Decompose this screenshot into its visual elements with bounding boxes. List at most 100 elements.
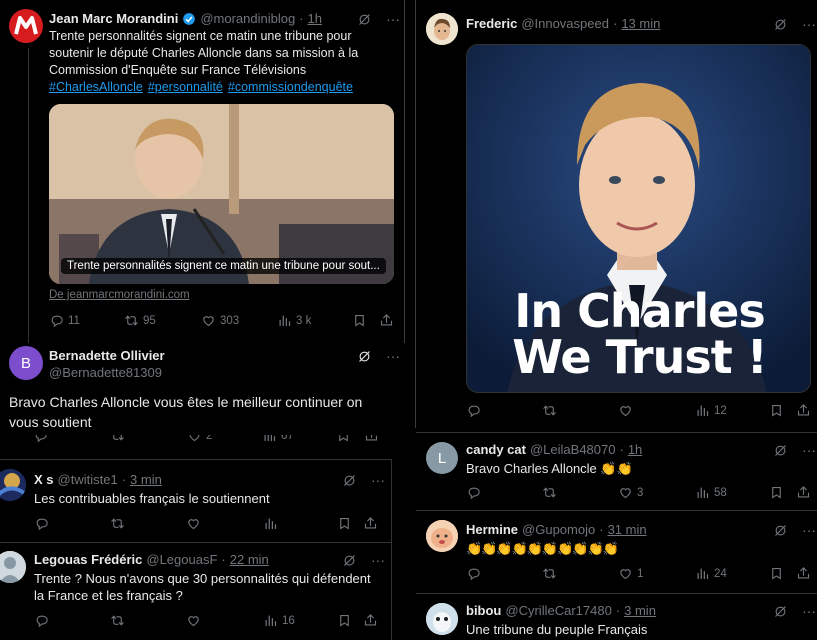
views-button[interactable]: 12 xyxy=(695,403,727,418)
card-source-link[interactable]: De jeanmarcmorandini.com xyxy=(49,289,190,301)
more-icon[interactable]: ··· xyxy=(802,522,816,538)
bookmark-button[interactable] xyxy=(769,566,784,581)
author-name[interactable]: Hermine xyxy=(466,522,518,537)
more-icon[interactable]: ··· xyxy=(802,603,816,619)
more-icon[interactable]: ··· xyxy=(371,472,385,488)
grok-icon[interactable] xyxy=(773,523,788,538)
more-icon[interactable]: ··· xyxy=(802,16,816,32)
grok-icon[interactable] xyxy=(342,553,357,568)
author-name[interactable]: Frederic xyxy=(466,16,517,31)
share-button[interactable] xyxy=(796,566,811,581)
grok-icon[interactable] xyxy=(773,604,788,619)
tweet-time[interactable]: 3 min xyxy=(130,472,162,487)
like-button[interactable]: 3 xyxy=(618,485,643,500)
author-name[interactable]: bibou xyxy=(466,603,501,618)
author-handle[interactable]: @morandiniblog xyxy=(200,11,295,26)
retweet-button[interactable] xyxy=(542,566,557,581)
grok-icon[interactable] xyxy=(357,349,372,364)
author-handle[interactable]: @Innovaspeed xyxy=(521,16,609,31)
like-button[interactable]: 303 xyxy=(201,313,239,328)
avatar-frederic[interactable] xyxy=(426,13,458,45)
views-button[interactable]: 58 xyxy=(695,485,727,500)
author-handle[interactable]: @LegouasF xyxy=(146,552,217,567)
hashtag-link[interactable]: #CharlesAlloncle xyxy=(49,79,143,96)
grok-icon[interactable] xyxy=(357,12,372,27)
author-name[interactable]: X s xyxy=(34,472,54,487)
author-name[interactable]: Jean Marc Morandini xyxy=(49,11,178,26)
author-handle[interactable]: @CyrilleCar17480 xyxy=(505,603,611,618)
retweet-button[interactable] xyxy=(110,516,125,531)
more-icon[interactable]: ··· xyxy=(802,442,816,458)
tweet-text: Bravo Charles Alloncle vous êtes le meil… xyxy=(9,394,363,430)
reply-button[interactable] xyxy=(34,516,49,531)
grok-icon[interactable] xyxy=(342,473,357,488)
author-name[interactable]: Legouas Frédéric xyxy=(34,552,142,567)
retweet-button[interactable] xyxy=(542,403,557,418)
like-button[interactable]: 1 xyxy=(618,566,643,581)
retweet-button[interactable] xyxy=(110,613,125,628)
like-button[interactable] xyxy=(186,516,201,531)
avatar-xs[interactable] xyxy=(0,469,26,501)
retweet-button[interactable] xyxy=(110,435,125,443)
reply-button[interactable] xyxy=(34,613,49,628)
share-button[interactable] xyxy=(364,435,379,443)
views-button[interactable]: 16 xyxy=(263,613,295,628)
reply-button[interactable] xyxy=(466,403,481,418)
author-handle[interactable]: @Bernadette81309 xyxy=(49,365,165,380)
author-handle[interactable]: @twitiste1 xyxy=(58,472,118,487)
avatar-bibou[interactable] xyxy=(426,603,458,635)
more-icon[interactable]: ··· xyxy=(386,11,400,27)
more-icon[interactable]: ··· xyxy=(386,348,400,364)
tweet-time[interactable]: 22 min xyxy=(230,552,269,567)
share-button[interactable] xyxy=(363,613,378,628)
bookmark-button[interactable] xyxy=(337,613,352,628)
reply-button[interactable]: 11 xyxy=(49,313,80,328)
like-button[interactable] xyxy=(618,403,633,418)
share-button[interactable] xyxy=(796,403,811,418)
like-button[interactable] xyxy=(186,613,201,628)
avatar-legouas[interactable] xyxy=(0,551,26,583)
poster-image[interactable]: In Charles We Trust ! xyxy=(466,44,811,393)
views-button[interactable] xyxy=(263,516,278,531)
hashtag-link[interactable]: #commissiondenquête xyxy=(228,79,353,96)
tweet-time[interactable]: 3 min xyxy=(624,603,656,618)
avatar-morandini[interactable] xyxy=(9,9,43,43)
reply-button[interactable] xyxy=(33,435,48,443)
divider xyxy=(415,0,416,428)
bookmark-button[interactable] xyxy=(336,435,351,443)
hashtag-link[interactable]: #personnalité xyxy=(148,79,223,96)
tweet-time[interactable]: 1h xyxy=(628,442,642,457)
reply-button[interactable] xyxy=(466,566,481,581)
views-button[interactable]: 3 k xyxy=(277,313,311,328)
share-button[interactable] xyxy=(363,516,378,531)
bookmark-button[interactable] xyxy=(769,403,784,418)
tweet-candy: L candy cat @LeilaB48070 · 1h ··· Bravo … xyxy=(416,432,817,510)
bookmark-button[interactable] xyxy=(337,516,352,531)
tweet-time[interactable]: 13 min xyxy=(621,16,660,31)
retweet-button[interactable]: 95 xyxy=(124,313,156,328)
author-name[interactable]: Bernadette Ollivier xyxy=(49,348,165,363)
bookmark-button[interactable] xyxy=(352,313,367,328)
reply-button[interactable] xyxy=(466,485,481,500)
tweet-time[interactable]: 1h xyxy=(308,11,322,26)
views-button[interactable]: 67 xyxy=(262,435,294,443)
share-button[interactable] xyxy=(379,313,394,328)
retweet-button[interactable] xyxy=(542,485,557,500)
author-name[interactable]: candy cat xyxy=(466,442,526,457)
grok-icon[interactable] xyxy=(773,17,788,32)
tweet-text: Une tribune du peuple Français xyxy=(466,622,648,637)
author-handle[interactable]: @LeilaB48070 xyxy=(530,442,615,457)
more-icon[interactable]: ··· xyxy=(371,552,385,568)
grok-icon[interactable] xyxy=(773,443,788,458)
author-handle[interactable]: @Gupomojo xyxy=(522,522,595,537)
avatar-bernadette[interactable]: B xyxy=(9,346,43,380)
share-button[interactable] xyxy=(796,485,811,500)
heart-icon xyxy=(618,566,633,581)
like-button[interactable]: 2 xyxy=(187,435,212,443)
tweet-time[interactable]: 31 min xyxy=(608,522,647,537)
bookmark-button[interactable] xyxy=(769,485,784,500)
avatar-candy[interactable]: L xyxy=(426,442,458,474)
avatar-hermine[interactable] xyxy=(426,520,458,552)
views-button[interactable]: 24 xyxy=(695,566,727,581)
link-card[interactable]: Trente personnalités signent ce matin un… xyxy=(49,104,394,284)
